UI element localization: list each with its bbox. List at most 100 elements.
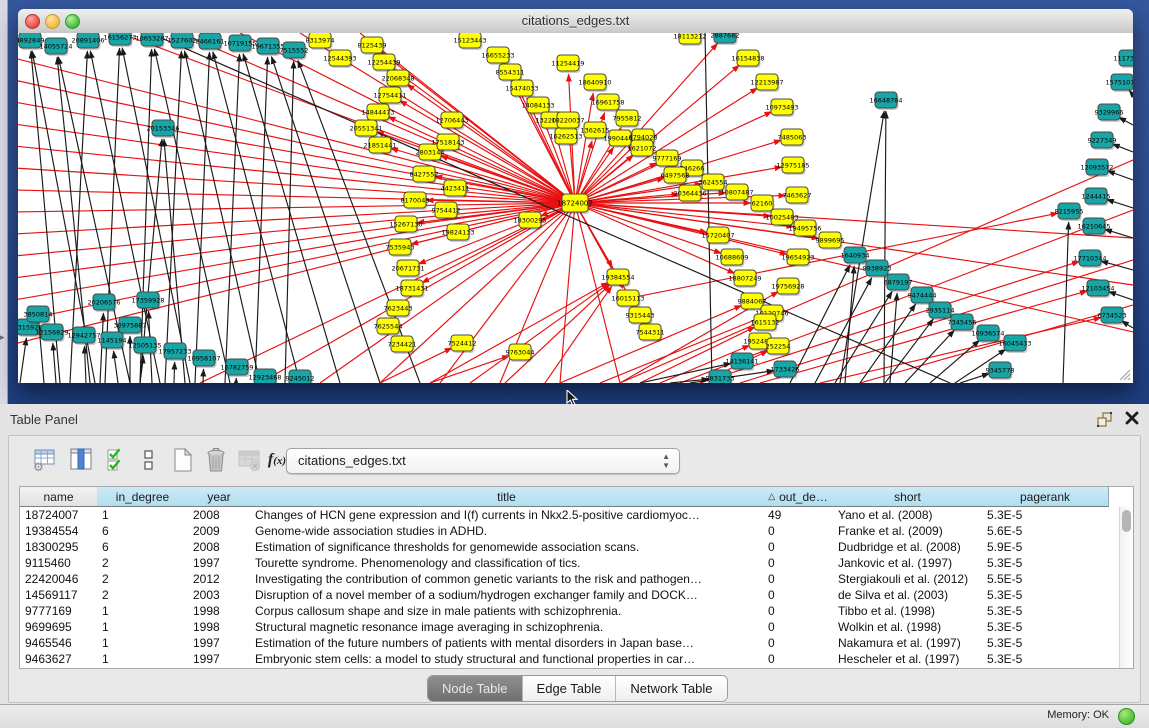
citation-graph[interactable]: 4892849140557242089140616156273106532871… (18, 33, 1133, 383)
table-cell[interactable]: 0 (763, 603, 833, 619)
vertical-scrollbar[interactable] (1119, 507, 1133, 668)
table-row[interactable]: 946362711997Embryonic stem cells: a mode… (20, 651, 1120, 667)
table-cell[interactable]: 1 (97, 651, 188, 667)
table-cell[interactable]: 6 (97, 539, 188, 555)
graph-edge[interactable] (860, 304, 916, 383)
column-header-in_degree[interactable]: in_degree (97, 487, 189, 507)
new-file-icon[interactable] (169, 446, 197, 474)
graph-edge[interactable] (225, 54, 240, 383)
column-header-out_de[interactable]: △out_de… (763, 487, 834, 507)
table-cell[interactable]: 2 (97, 571, 188, 587)
table-cell[interactable]: de Silva et al. (2003) (833, 587, 982, 603)
delete-icon[interactable] (202, 446, 230, 474)
table-cell[interactable]: 5.3E-5 (982, 587, 1108, 603)
table-cell[interactable]: 0 (763, 587, 833, 603)
table-cell[interactable]: 0 (763, 523, 833, 539)
table-cell[interactable]: 5.3E-5 (982, 555, 1108, 571)
table-cell[interactable]: 1997 (188, 555, 250, 571)
table-row[interactable]: 946554611997Estimation of the future num… (20, 635, 1120, 651)
table-cell[interactable]: 5.5E-5 (982, 571, 1108, 587)
graph-edge[interactable] (203, 369, 204, 383)
table-cell[interactable]: Nakamura et al. (1997) (833, 635, 982, 651)
table-cell[interactable]: 18724007 (20, 507, 97, 523)
table-cell[interactable]: Yano et al. (2008) (833, 507, 982, 523)
table-row[interactable]: 977716911998Corpus callosum shape and si… (20, 603, 1120, 619)
graph-edge[interactable] (430, 356, 510, 383)
table-cell[interactable]: 0 (763, 571, 833, 587)
table-cell[interactable]: 19384554 (20, 523, 97, 539)
table-cell[interactable]: 5.3E-5 (982, 635, 1108, 651)
graph-edge[interactable] (18, 102, 575, 203)
graph-edge[interactable] (114, 351, 118, 383)
table-cell[interactable]: Embryonic stem cells: a model to study s… (250, 651, 763, 667)
table-cell[interactable]: 1997 (188, 651, 250, 667)
table-cell[interactable]: 1998 (188, 619, 250, 635)
table-settings-icon[interactable]: ⚙ (31, 446, 59, 474)
tab-edge-table[interactable]: Edge Table (523, 676, 617, 701)
table-cell[interactable]: 5.6E-5 (982, 523, 1108, 539)
table-cell[interactable]: 2009 (188, 523, 250, 539)
select-rows-icon[interactable] (103, 446, 131, 474)
table-cell[interactable]: Tourette syndrome. Phenomenology and cla… (250, 555, 763, 571)
graph-edge[interactable] (18, 203, 575, 278)
network-canvas[interactable]: 4892849140557242089140616156273106532871… (18, 33, 1133, 383)
table-cell[interactable]: 0 (763, 651, 833, 667)
graph-edge[interactable] (1106, 199, 1133, 208)
table-cell[interactable]: Hescheler et al. (1997) (833, 651, 982, 667)
graph-edge[interactable] (84, 346, 86, 383)
graph-edge[interactable] (705, 33, 712, 383)
table-cell[interactable]: Genome-wide association studies in ADHD. (250, 523, 763, 539)
graph-edge[interactable] (1108, 292, 1133, 300)
column-header-short[interactable]: short (833, 487, 983, 507)
table-row[interactable]: 2242004622012Investigating the contribut… (20, 571, 1120, 587)
table-cell[interactable]: 1 (97, 635, 188, 651)
table-cell[interactable]: 1 (97, 507, 188, 523)
graph-edge[interactable] (470, 283, 609, 383)
graph-edge[interactable] (53, 343, 56, 383)
table-cell[interactable]: 0 (763, 539, 833, 555)
table-cell[interactable]: Dudbridge et al. (2008) (833, 539, 982, 555)
graph-edge[interactable] (960, 373, 990, 383)
graph-edge[interactable] (184, 51, 260, 383)
graph-edge[interactable] (174, 362, 175, 383)
table-cell[interactable]: Corpus callosum shape and size in male p… (250, 603, 763, 619)
table-cell[interactable]: 2 (97, 555, 188, 571)
table-cell[interactable]: 22420046 (20, 571, 97, 587)
table-row[interactable]: 969969511998Structural magnetic resonanc… (20, 619, 1120, 635)
chevron-right-icon[interactable]: ▸ (0, 332, 5, 343)
table-row[interactable]: 1872400712008Changes of HCN gene express… (20, 507, 1120, 523)
column-header-name[interactable]: name (20, 487, 98, 507)
show-columns-icon[interactable] (67, 446, 95, 474)
table-cell[interactable]: 9115460 (20, 555, 97, 571)
table-cell[interactable]: Stergiakouli et al. (2012) (833, 571, 982, 587)
graph-edge[interactable] (545, 286, 612, 383)
graph-edge[interactable] (195, 52, 210, 383)
table-cell[interactable]: Structural magnetic resonance image aver… (250, 619, 763, 635)
table-cell[interactable]: Changes of HCN gene expression and I(f) … (250, 507, 763, 523)
table-cell[interactable]: 5.9E-5 (982, 539, 1108, 555)
table-cell[interactable]: 14569117 (20, 587, 97, 603)
table-selector[interactable]: citations_edges.txt ▲▼ (286, 448, 680, 474)
graph-edge[interactable] (575, 203, 620, 383)
table-cell[interactable]: Investigating the contribution of common… (250, 571, 763, 587)
tab-node-table[interactable]: Node Table (428, 676, 523, 701)
table-cell[interactable]: Estimation of significance thresholds fo… (250, 539, 763, 555)
window-titlebar[interactable]: citations_edges.txt (18, 9, 1133, 34)
resize-grip-icon[interactable] (1117, 367, 1131, 381)
tab-network-table[interactable]: Network Table (616, 676, 726, 701)
graph-edge[interactable] (560, 203, 575, 383)
table-cell[interactable]: 0 (763, 619, 833, 635)
table-cell[interactable]: Franke et al. (2009) (833, 523, 982, 539)
table-cell[interactable]: 9777169 (20, 603, 97, 619)
graph-edge[interactable] (1112, 144, 1133, 152)
table-cell[interactable]: Estimation of the future numbers of pati… (250, 635, 763, 651)
table-cell[interactable]: 6 (97, 523, 188, 539)
table-cell[interactable]: 5.3E-5 (982, 507, 1108, 523)
table-cell[interactable]: 5.3E-5 (982, 651, 1108, 667)
table-cell[interactable]: 2012 (188, 571, 250, 587)
table-cell[interactable]: 9463627 (20, 651, 97, 667)
graph-edge[interactable] (20, 338, 26, 383)
table-row[interactable]: 1938455462009Genome-wide association stu… (20, 523, 1120, 539)
table-row[interactable]: 1456911722003Disruption of a novel membe… (20, 587, 1120, 603)
table-cell[interactable]: 9699695 (20, 619, 97, 635)
